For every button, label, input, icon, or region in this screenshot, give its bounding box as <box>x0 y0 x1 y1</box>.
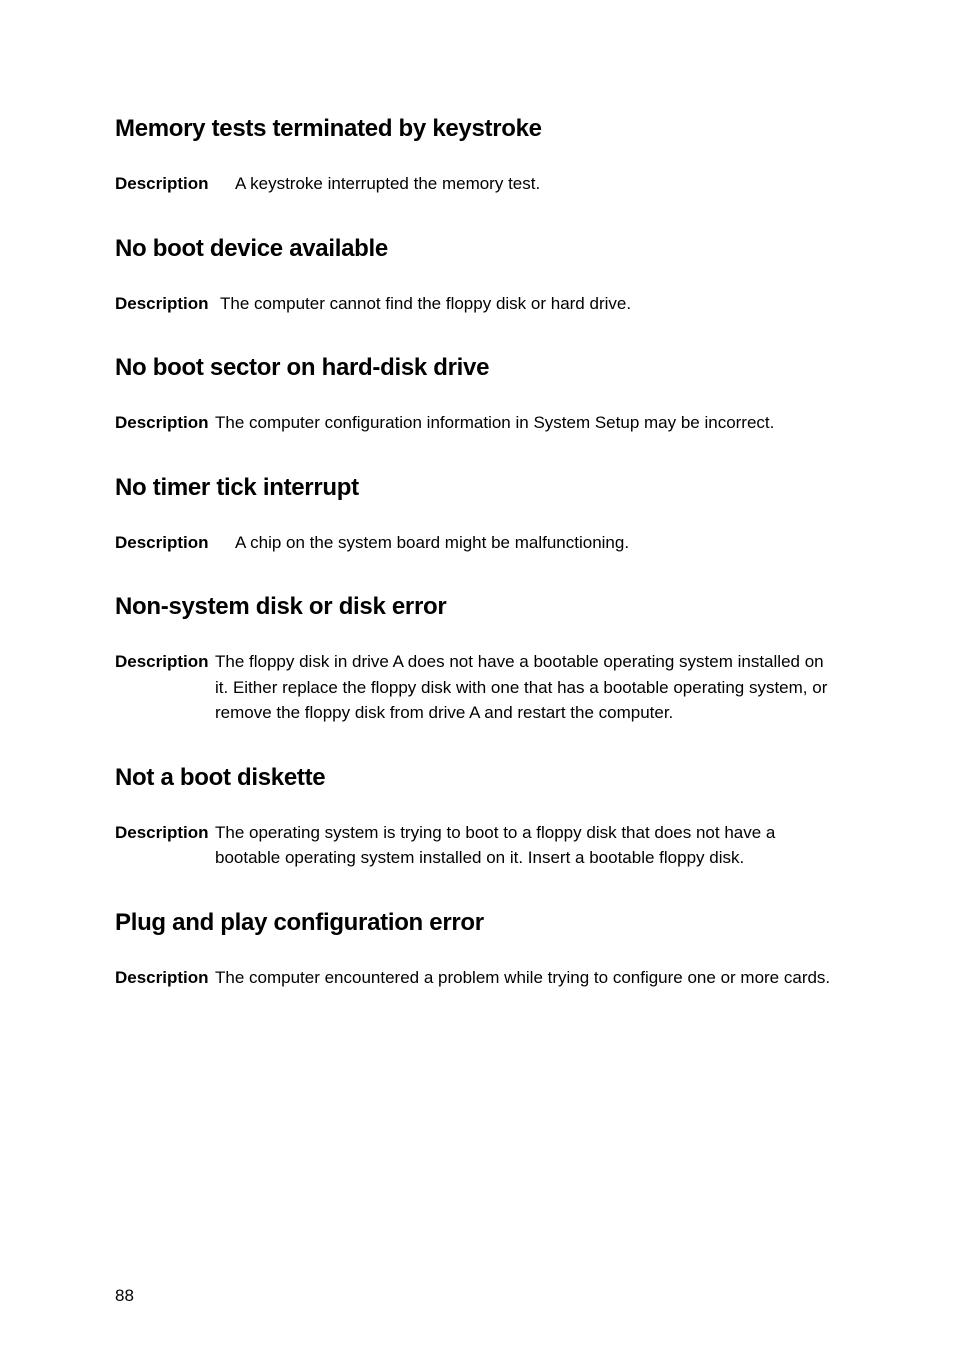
description-text: The computer encountered a problem while… <box>215 965 839 991</box>
description-text: The operating system is trying to boot t… <box>215 820 839 871</box>
page-number: 88 <box>115 1286 134 1306</box>
description-label: Description <box>115 410 215 436</box>
description-label: Description <box>115 291 220 317</box>
description-text: The computer configuration information i… <box>215 410 839 436</box>
description-label: Description <box>115 171 235 197</box>
description-row: Description A keystroke interrupted the … <box>115 171 839 197</box>
heading-memory-tests: Memory tests terminated by keystroke <box>115 115 839 143</box>
heading-no-timer-tick: No timer tick interrupt <box>115 474 839 502</box>
description-text: A keystroke interrupted the memory test. <box>235 171 839 197</box>
heading-no-boot-sector: No boot sector on hard-disk drive <box>115 354 839 382</box>
description-row: Description The computer encountered a p… <box>115 965 839 991</box>
heading-plug-and-play: Plug and play configuration error <box>115 909 839 937</box>
section-non-system-disk: Non-system disk or disk error Descriptio… <box>115 593 839 726</box>
heading-non-system-disk: Non-system disk or disk error <box>115 593 839 621</box>
description-row: Description The computer configuration i… <box>115 410 839 436</box>
description-label: Description <box>115 965 215 991</box>
description-label: Description <box>115 649 215 675</box>
section-memory-tests: Memory tests terminated by keystroke Des… <box>115 115 839 197</box>
description-row: Description The floppy disk in drive A d… <box>115 649 839 726</box>
description-label: Description <box>115 820 215 846</box>
heading-not-a-boot-diskette: Not a boot diskette <box>115 764 839 792</box>
section-plug-and-play: Plug and play configuration error Descri… <box>115 909 839 991</box>
section-not-a-boot-diskette: Not a boot diskette Description The oper… <box>115 764 839 871</box>
description-label: Description <box>115 530 235 556</box>
description-row: Description The operating system is tryi… <box>115 820 839 871</box>
description-text: A chip on the system board might be malf… <box>235 530 839 556</box>
heading-no-boot-device: No boot device available <box>115 235 839 263</box>
description-row: Description A chip on the system board m… <box>115 530 839 556</box>
section-no-boot-sector: No boot sector on hard-disk drive Descri… <box>115 354 839 436</box>
section-no-boot-device: No boot device available Description The… <box>115 235 839 317</box>
description-text: The computer cannot find the floppy disk… <box>220 291 839 317</box>
section-no-timer-tick: No timer tick interrupt Description A ch… <box>115 474 839 556</box>
description-text: The floppy disk in drive A does not have… <box>215 649 839 726</box>
description-row: Description The computer cannot find the… <box>115 291 839 317</box>
